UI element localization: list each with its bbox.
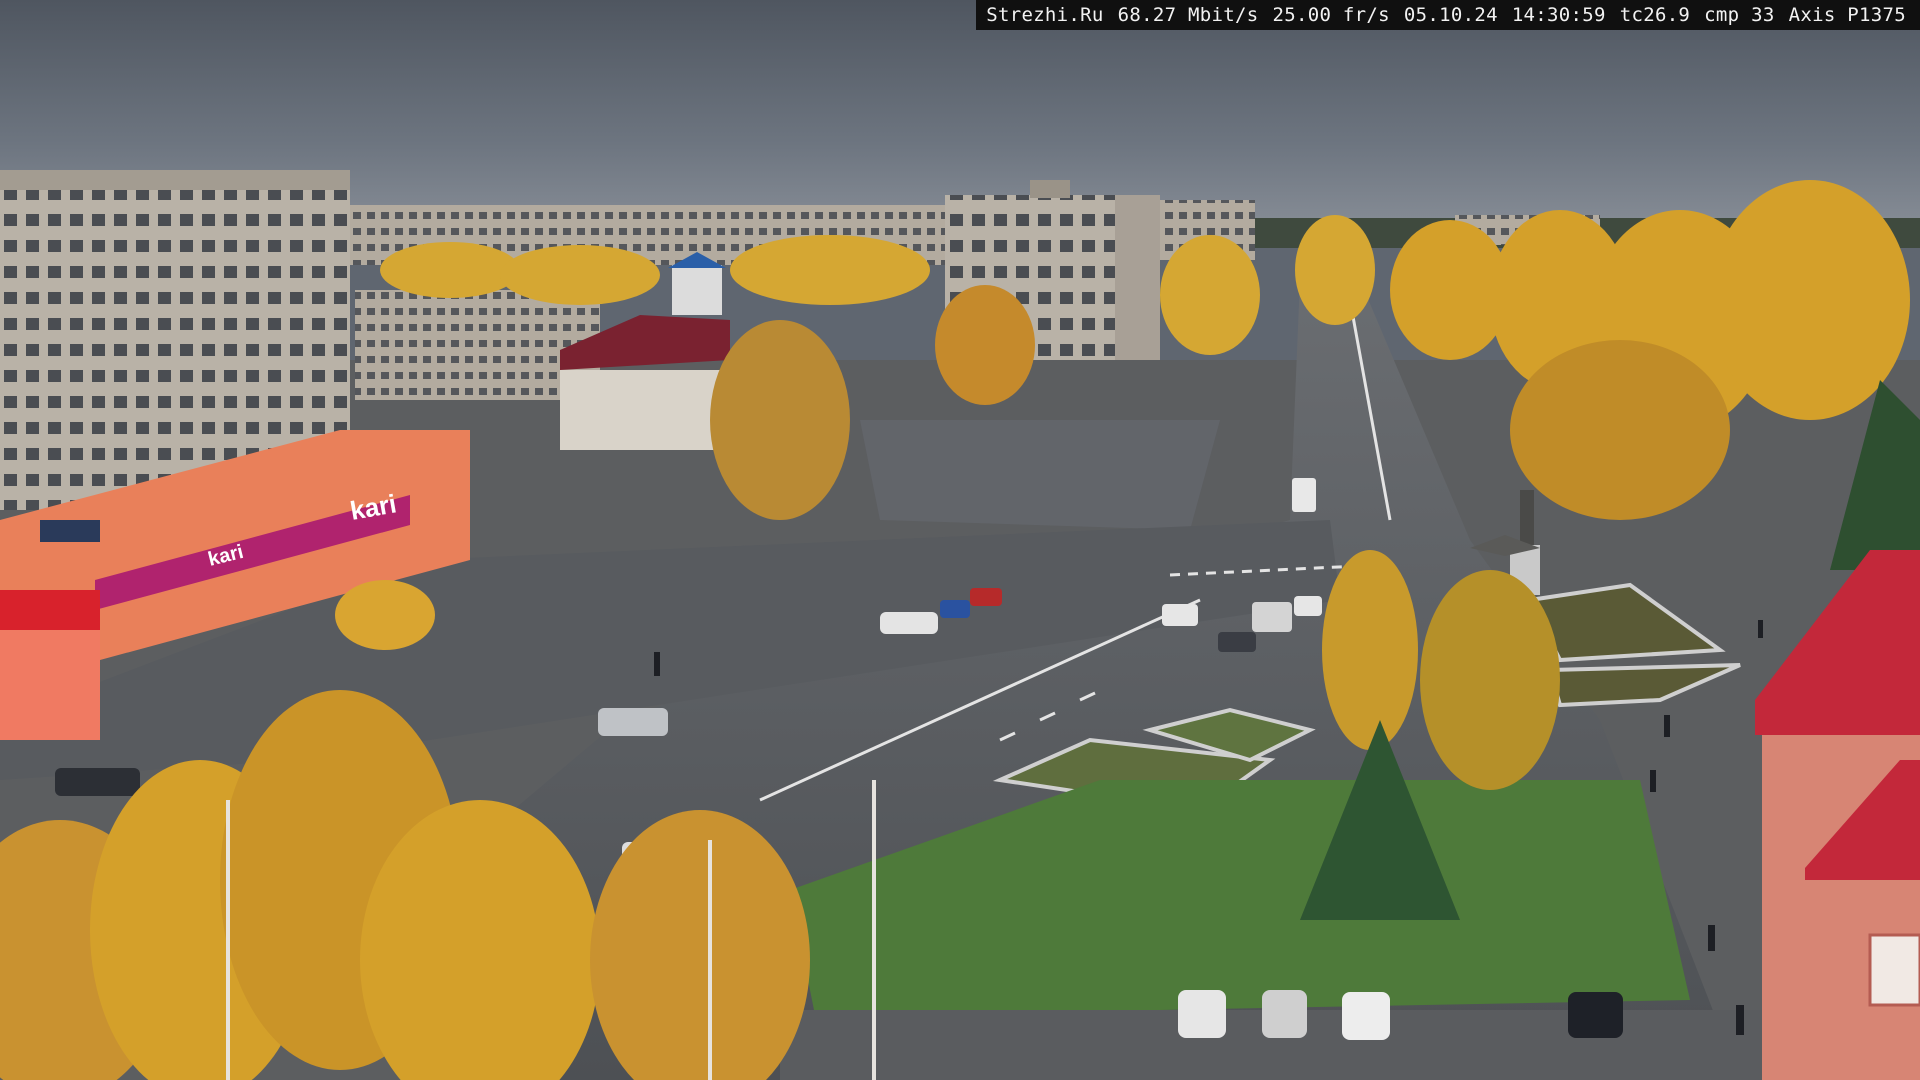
overlay-tc: tc26.9 [1619,4,1691,26]
overlay-cmp: cmp 33 [1704,4,1775,26]
overlay-date: 05.10.24 [1403,4,1498,26]
blue-roof-tower [672,265,722,315]
overlay-site: Strezhi.Ru [986,4,1104,26]
overlay-bitrate: 68.27 Mbit/s [1117,4,1259,26]
webcam-scene: kari kari [0,0,1920,1080]
overlay-camera-model: Axis P1375 [1788,4,1906,26]
webcam-view: kari kari Strezhi.Ru 68.27 Mbit/s 25.00 … [0,0,1920,1080]
overlay-framerate: 25.00 fr/s [1272,4,1390,26]
main-square [860,420,1220,530]
overlay-time: 14:30:59 [1511,4,1606,26]
camera-info-overlay: Strezhi.Ru 68.27 Mbit/s 25.00 fr/s 05.10.24… [976,0,1920,30]
